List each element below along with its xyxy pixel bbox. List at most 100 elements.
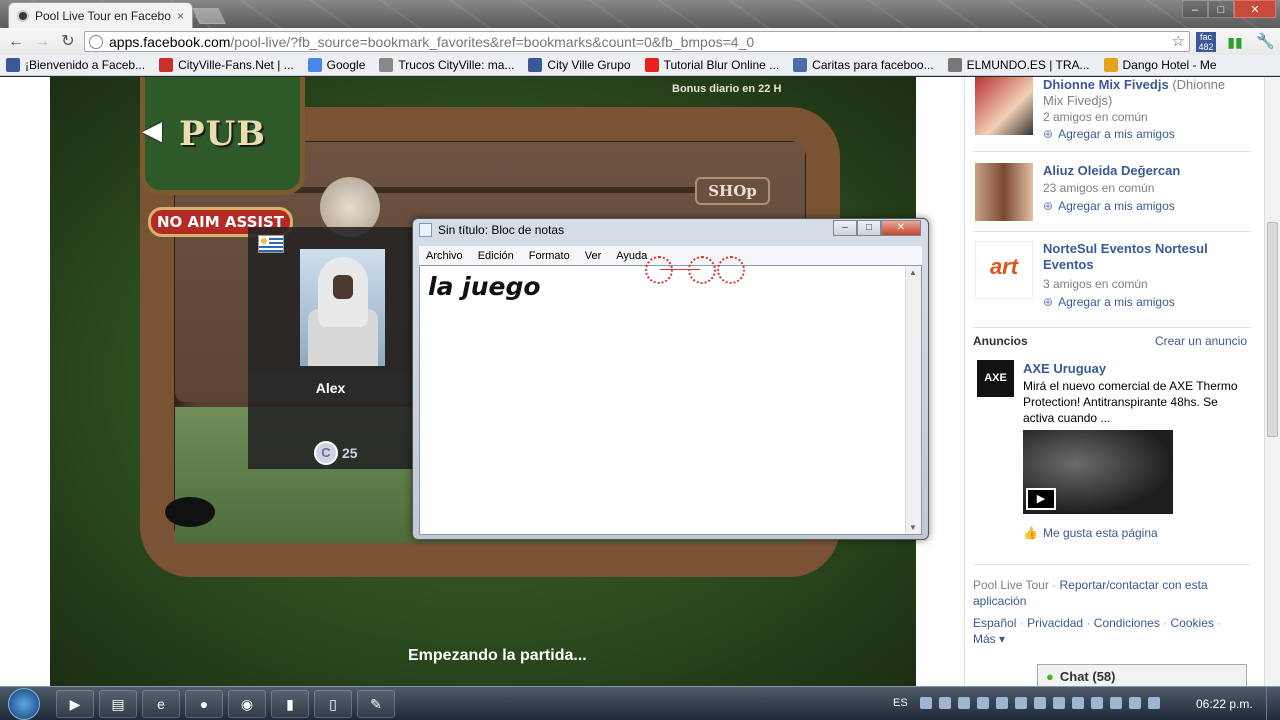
ad-body[interactable]: Mirá el nuevo comercial de AXE Thermo Pr… [1023,378,1243,426]
cursor-click-indicator [645,256,745,286]
notepad-maximize-button[interactable]: □ [857,220,881,236]
player-avatar [300,249,385,366]
tray-icon[interactable] [1091,697,1103,709]
bookmark-favicon-icon [159,58,174,72]
paint-icon[interactable]: ✎ [357,690,395,718]
bookmark-label: ELMUNDO.ES | TRA... [966,58,1090,72]
friend-mutual[interactable]: 2 amigos en común [1043,110,1148,124]
chrome-icon[interactable]: ◉ [228,690,266,718]
ad-video-thumbnail[interactable]: ▶ [1023,430,1173,514]
internet-explorer-icon[interactable]: e [142,690,180,718]
notepad-close-button[interactable]: ✕ [881,220,921,236]
facebook-extension-icon[interactable]: fac 482 [1196,32,1216,52]
bookmark-favicon-icon [1103,58,1118,72]
notepad-text-area[interactable]: la juego ▲ ▼ [419,265,922,535]
tray-icon[interactable] [1072,697,1084,709]
tray-icon[interactable] [958,697,970,709]
scrollbar-thumb[interactable] [1267,222,1278,437]
bookmark-item[interactable]: Caritas para faceboo... [793,58,934,72]
start-button[interactable] [8,688,40,720]
browser-tab[interactable]: Pool Live Tour en Facebook × [8,2,193,28]
footer-link-privacy[interactable]: Privacidad [1027,616,1083,630]
tray-icon[interactable] [1129,697,1141,709]
menu-ayuda[interactable]: Ayuda [616,250,647,262]
shop-button[interactable]: SHOp [695,177,770,205]
bookmark-item[interactable]: Dango Hotel - Me [1103,58,1217,72]
show-desktop-button[interactable] [1266,687,1280,720]
back-arrow-icon[interactable]: ← [6,32,26,52]
address-bar[interactable]: apps.facebook.com /pool-live/?fb_source=… [84,31,1190,52]
window-minimize-button[interactable]: – [1182,0,1208,18]
ad-logo[interactable]: AXE [977,360,1014,397]
clock[interactable]: 06:22 p.m. [1196,697,1253,711]
friend-name[interactable]: Dhionne Mix Fivedjs (Dhionne Mix Fivedjs… [1043,77,1243,109]
create-ad-link[interactable]: Crear un anuncio [1155,334,1247,348]
footer-link-language[interactable]: Español [973,616,1016,630]
bookmark-item[interactable]: Tutorial Blur Online ... [644,58,779,72]
friend-photo[interactable]: art [975,241,1033,299]
window-close-button[interactable]: ✕ [1234,0,1276,18]
tray-icon[interactable] [1110,697,1122,709]
tray-icon[interactable] [1053,697,1065,709]
tray-icon[interactable] [920,697,932,709]
play-icon[interactable]: ▶ [1026,488,1056,510]
bookmark-item[interactable]: ¡Bienvenido a Faceb... [6,58,145,72]
notepad-minimize-button[interactable]: – [833,220,857,236]
menu-ver[interactable]: Ver [585,250,602,262]
bookmark-item[interactable]: CityVille-Fans.Net | ... [159,58,294,72]
bookmark-item[interactable]: Trucos CityVille: ma... [379,58,514,72]
signal-extension-icon[interactable]: ▮▮ [1226,32,1244,52]
back-arrow-icon[interactable]: ◀ [142,115,162,146]
menu-archivo[interactable]: Archivo [426,250,463,262]
bookmark-favicon-icon [6,58,20,72]
add-friend-button[interactable]: ⊕ Agregar a mis amigos [1043,199,1175,213]
tray-icon[interactable] [996,697,1008,709]
notepad-taskbar-icon[interactable]: ▯ [314,690,352,718]
ad-title[interactable]: AXE Uruguay [1023,361,1106,376]
media-player-icon[interactable]: ▶ [56,690,94,718]
like-page-link[interactable]: 👍 Me gusta esta página [1023,526,1158,540]
friend-photo[interactable] [975,77,1033,135]
wrench-menu-icon[interactable]: 🔧 [1256,32,1275,50]
friend-mutual[interactable]: 23 amigos en común [1043,181,1154,195]
footer-link-terms[interactable]: Condiciones [1094,616,1160,630]
tray-icon[interactable] [977,697,989,709]
bookmark-label: ¡Bienvenido a Faceb... [25,58,146,72]
forward-arrow-icon[interactable]: → [32,32,52,52]
menu-formato[interactable]: Formato [529,250,570,262]
friend-name[interactable]: NorteSul Eventos Nortesul Eventos [1043,241,1243,273]
footer-link-cookies[interactable]: Cookies [1171,616,1214,630]
friend-name[interactable]: Aliuz Oleida Değercan [1043,163,1243,179]
notepad-scrollbar[interactable]: ▲ ▼ [905,266,921,534]
explorer-icon[interactable]: ▤ [99,690,137,718]
bookmark-star-icon[interactable]: ☆ [1172,32,1185,50]
scroll-down-icon[interactable]: ▼ [909,523,917,532]
language-indicator[interactable]: ES [893,697,908,709]
chat-bar[interactable]: ● Chat (58) [1037,664,1247,688]
bookmark-item[interactable]: Google [307,58,365,72]
firefox-icon[interactable]: ● [185,690,223,718]
notepad-titlebar[interactable]: Sin título: Bloc de notas [419,223,564,237]
window-maximize-button[interactable]: □ [1208,0,1234,18]
ads-title: Anuncios [973,334,1028,348]
footer-app-name[interactable]: Pool Live Tour [973,578,1049,592]
tray-icon[interactable] [939,697,951,709]
tab-close-icon[interactable]: × [177,9,184,23]
volume-icon[interactable] [1148,697,1160,709]
bookmark-item[interactable]: City Ville Grupo [528,58,631,72]
menu-edicion[interactable]: Edición [478,250,514,262]
friend-mutual[interactable]: 3 amigos en común [1043,277,1148,291]
reload-icon[interactable]: ↻ [58,32,78,52]
scroll-up-icon[interactable]: ▲ [909,268,917,277]
new-tab-button[interactable] [192,8,226,24]
bookmark-item[interactable]: ELMUNDO.ES | TRA... [947,58,1090,72]
add-friend-button[interactable]: ⊕ Agregar a mis amigos [1043,295,1175,309]
footer-more-link[interactable]: Más [973,632,996,646]
page-scrollbar[interactable] [1264,77,1280,686]
tray-icon[interactable] [1015,697,1027,709]
tray-icon[interactable] [1034,697,1046,709]
chevron-down-icon: ▾ [999,632,1006,646]
add-friend-button[interactable]: ⊕ Agregar a mis amigos [1043,127,1175,141]
app-icon[interactable]: ▮ [271,690,309,718]
friend-photo[interactable] [975,163,1033,221]
